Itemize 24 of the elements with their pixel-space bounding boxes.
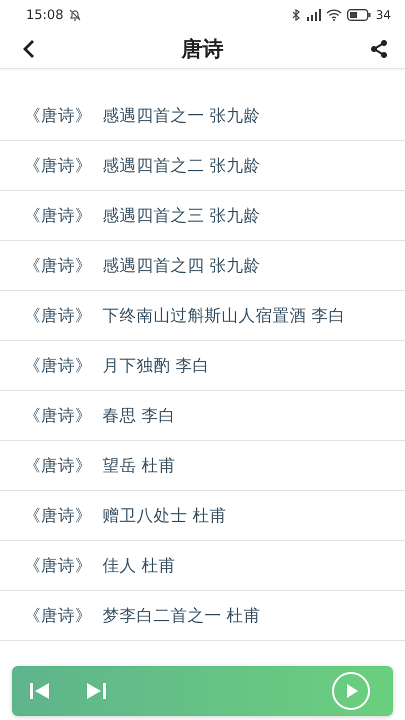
play-icon[interactable] xyxy=(331,671,371,711)
battery-icon xyxy=(346,9,371,21)
battery-level: 34 xyxy=(376,8,391,22)
poem-item[interactable]: 《唐诗》 感遇四首之一 张九龄 xyxy=(0,91,405,141)
poem-item[interactable]: 《唐诗》 梦李白二首之一 杜甫 xyxy=(0,591,405,641)
poem-item[interactable]: 《唐诗》 感遇四首之四 张九龄 xyxy=(0,241,405,291)
poem-item[interactable]: 《唐诗》 佳人 杜甫 xyxy=(0,541,405,591)
next-icon[interactable] xyxy=(86,683,106,699)
poem-item[interactable]: 《唐诗》 感遇四首之二 张九龄 xyxy=(0,141,405,191)
wifi-icon xyxy=(326,9,342,21)
previous-icon[interactable] xyxy=(30,683,50,699)
poem-item[interactable]: 《唐诗》 下终南山过斛斯山人宿置酒 李白 xyxy=(0,291,405,341)
bell-off-icon xyxy=(68,8,82,22)
back-icon[interactable] xyxy=(22,39,36,59)
signal-icon xyxy=(304,9,321,21)
page-title: 唐诗 xyxy=(182,36,224,63)
poem-item[interactable]: 《唐诗》 感遇四首之三 张九龄 xyxy=(0,191,405,241)
poem-item[interactable]: 《唐诗》 春思 李白 xyxy=(0,391,405,441)
bluetooth-icon xyxy=(292,9,300,21)
poem-item[interactable]: 《唐诗》 月下独酌 李白 xyxy=(0,341,405,391)
status-time: 15:08 xyxy=(26,8,64,22)
poem-item[interactable]: 《唐诗》 赠卫八处士 杜甫 xyxy=(0,491,405,541)
share-icon[interactable] xyxy=(369,39,389,59)
poem-item[interactable]: 《唐诗》 望岳 杜甫 xyxy=(0,441,405,491)
